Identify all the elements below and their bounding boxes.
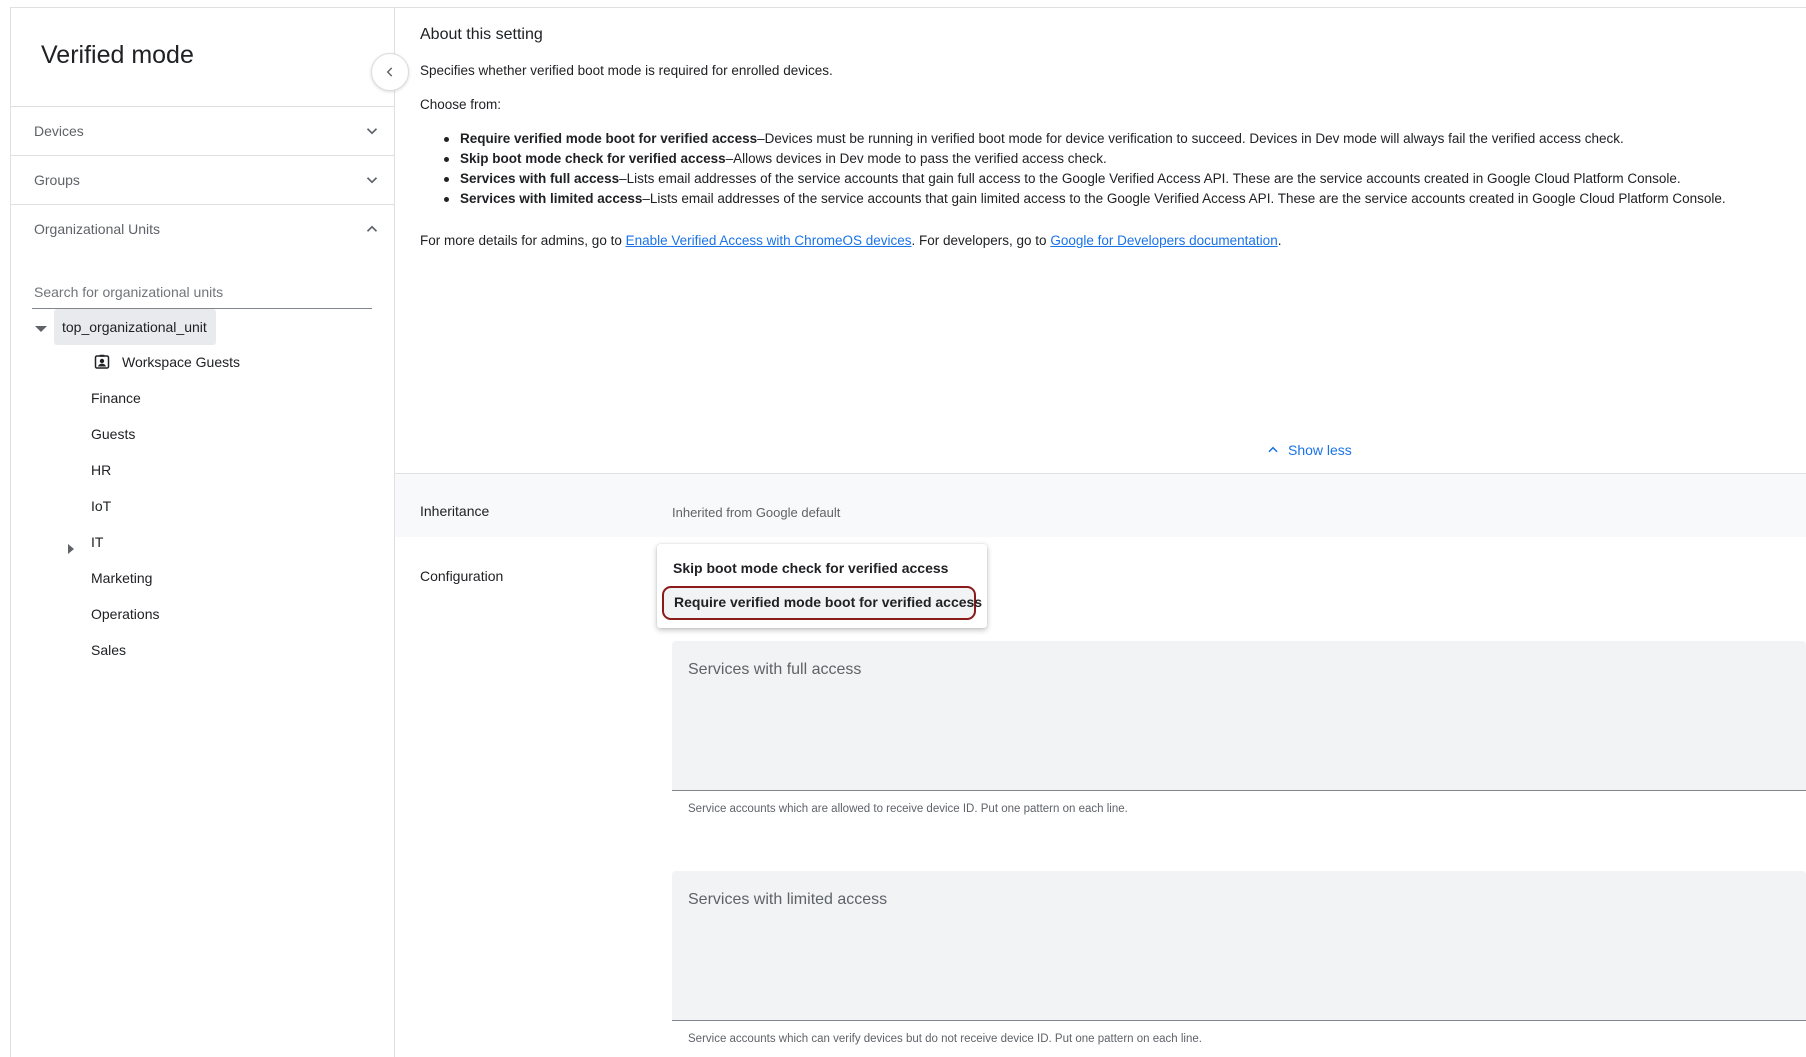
section-devices[interactable]: Devices (11, 106, 395, 155)
section-groups[interactable]: Groups (11, 155, 395, 204)
option-skip-boot-mode[interactable]: Skip boot mode check for verified access (673, 560, 948, 576)
tree-item-label: HR (91, 462, 112, 478)
enable-verified-access-link[interactable]: Enable Verified Access with ChromeOS dev… (626, 233, 912, 248)
tree-item-label: Marketing (91, 570, 153, 586)
list-item: Services with limited access–Lists email… (420, 189, 1805, 209)
tree-item-label: Guests (91, 426, 136, 442)
about-description: Specifies whether verified boot mode is … (420, 63, 833, 78)
full-access-textarea[interactable]: Services with full access (672, 641, 1806, 791)
chevron-down-icon (366, 177, 378, 184)
section-devices-label: Devices (34, 123, 84, 139)
tree-item-it[interactable]: IT (91, 525, 103, 559)
tree-item-label: Sales (91, 642, 127, 658)
bullet-term: Require verified mode boot for verified … (460, 131, 758, 146)
tree-item-label: top_organizational_unit (62, 319, 207, 335)
list-item: Skip boot mode check for verified access… (420, 149, 1805, 169)
chevron-left-icon (386, 67, 393, 77)
list-item: Services with full access–Lists email ad… (420, 169, 1805, 189)
org-unit-search (32, 275, 372, 309)
section-organizational-units[interactable]: Organizational Units (11, 204, 395, 253)
tree-item-hr[interactable]: HR (91, 453, 111, 487)
about-title: About this setting (420, 26, 543, 43)
details-prefix: For more details for admins, go to (420, 233, 626, 248)
org-unit-search-input[interactable] (32, 275, 372, 308)
main-panel: About this setting Specifies whether ver… (395, 7, 1806, 1057)
guest-badge-icon (94, 354, 110, 369)
configuration-dropdown-menu: Skip boot mode check for verified access… (657, 544, 987, 628)
tree-item-label: Finance (91, 390, 141, 406)
tree-item-operations[interactable]: Operations (91, 597, 159, 631)
show-less-button[interactable]: Show less (1266, 442, 1352, 458)
list-item: Require verified mode boot for verified … (420, 129, 1805, 149)
limited-access-helper: Service accounts which can verify device… (688, 1033, 1202, 1045)
option-label: Require verified mode boot for verified … (674, 594, 983, 610)
chevron-up-icon (1268, 446, 1278, 453)
inheritance-row: Inheritance Inherited from Google defaul… (395, 473, 1806, 537)
details-suffix: . (1277, 233, 1282, 248)
bullet-term: Services with full access (460, 171, 620, 186)
chevron-up-icon (366, 225, 378, 232)
inheritance-label: Inheritance (420, 503, 490, 519)
tree-item-label: IoT (91, 498, 112, 514)
bullet-text: –Allows devices in Dev mode to pass the … (725, 151, 1107, 166)
bullet-term: Services with limited access (460, 191, 643, 206)
sidebar: Verified mode Devices Groups Organizatio… (10, 7, 395, 1057)
configuration-label: Configuration (420, 568, 504, 584)
tree-item-label: Workspace Guests (122, 354, 241, 370)
bullet-text: –Devices must be running in verified boo… (757, 131, 1624, 146)
bullet-text: –Lists email addresses of the service ac… (642, 191, 1726, 206)
tree-item-iot[interactable]: IoT (91, 489, 111, 523)
bullet-term: Skip boot mode check for verified access (460, 151, 726, 166)
tree-item-guests[interactable]: Guests (91, 417, 135, 451)
tree-item-root[interactable]: top_organizational_unit (54, 309, 216, 345)
details-middle: . For developers, go to (911, 233, 1051, 248)
collapse-sidebar-button[interactable] (371, 53, 409, 91)
tree-item-label: Operations (91, 606, 160, 622)
options-list: Require verified mode boot for verified … (420, 129, 1805, 209)
inheritance-value: Inherited from Google default (672, 505, 841, 520)
tree-item-sales[interactable]: Sales (91, 633, 126, 667)
tree-item-finance[interactable]: Finance (91, 381, 141, 415)
developers-docs-link[interactable]: Google for Developers documentation (1050, 233, 1277, 248)
limited-access-placeholder: Services with limited access (688, 891, 888, 908)
page-title: Verified mode (41, 41, 194, 69)
full-access-placeholder: Services with full access (688, 661, 862, 678)
show-less-label: Show less (1288, 442, 1352, 458)
tree-item-workspace-guests[interactable]: Workspace Guests (94, 345, 240, 379)
tree-item-marketing[interactable]: Marketing (91, 561, 152, 595)
full-access-helper: Service accounts which are allowed to re… (688, 803, 1128, 815)
chevron-down-icon (366, 128, 378, 135)
limited-access-textarea[interactable]: Services with limited access (672, 871, 1806, 1021)
section-groups-label: Groups (34, 172, 80, 188)
caret-right-icon[interactable] (68, 544, 74, 554)
bullet-text: –Lists email addresses of the service ac… (619, 171, 1681, 186)
details-text: For more details for admins, go to Enabl… (420, 233, 1281, 248)
tree-item-label: IT (91, 534, 104, 550)
choose-from-label: Choose from: (420, 97, 502, 112)
section-org-units-label: Organizational Units (34, 221, 161, 237)
caret-down-icon[interactable] (35, 326, 47, 332)
option-require-verified-mode[interactable]: Require verified mode boot for verified … (662, 586, 982, 620)
